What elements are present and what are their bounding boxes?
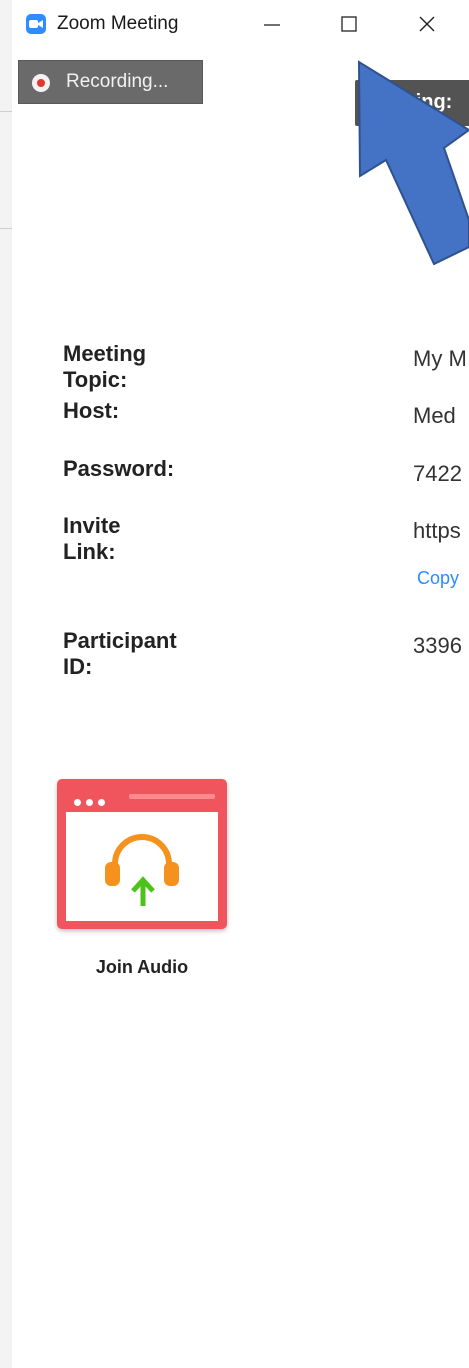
copy-link-button[interactable]: Copy [417,568,459,589]
password-label: Password: [63,456,175,481]
window-title: Zoom Meeting [57,13,179,34]
invite-link-label: Invite Link: [63,513,121,564]
invite-link-value[interactable]: https [413,518,461,544]
recording-indicator[interactable]: Recording... [18,60,203,104]
close-button[interactable] [412,10,442,38]
record-dot-icon [32,74,50,92]
divider [0,228,12,229]
join-audio-button[interactable] [57,779,227,929]
annotation-arrow-icon [357,60,469,266]
join-audio-icon-area [66,812,218,921]
close-icon [419,16,435,32]
maximize-icon [341,16,357,32]
meeting-topic-label: Meeting Topic: [63,341,147,392]
host-label: Host: [63,398,120,423]
join-audio-label: Join Audio [95,957,189,977]
headphones-upload-icon [105,834,179,906]
minimize-button[interactable] [257,10,287,38]
divider [0,111,12,112]
title-bar[interactable]: Zoom Meeting [12,0,469,48]
zoom-camera-icon [26,14,46,34]
window-dots [74,793,110,811]
minimize-icon [264,24,280,26]
host-value: Med [413,403,456,428]
meeting-topic-value: My M [413,346,467,371]
password-value: 7422 [413,461,462,486]
zoom-meeting-window: Zoom Meeting Recording... lking: Meeting [12,0,469,1368]
recording-label: Recording... [66,71,169,92]
window-bar [129,794,215,799]
maximize-button[interactable] [334,10,364,38]
participant-id-label: Participant ID: [63,628,177,679]
participant-id-value: 3396 [413,633,462,658]
